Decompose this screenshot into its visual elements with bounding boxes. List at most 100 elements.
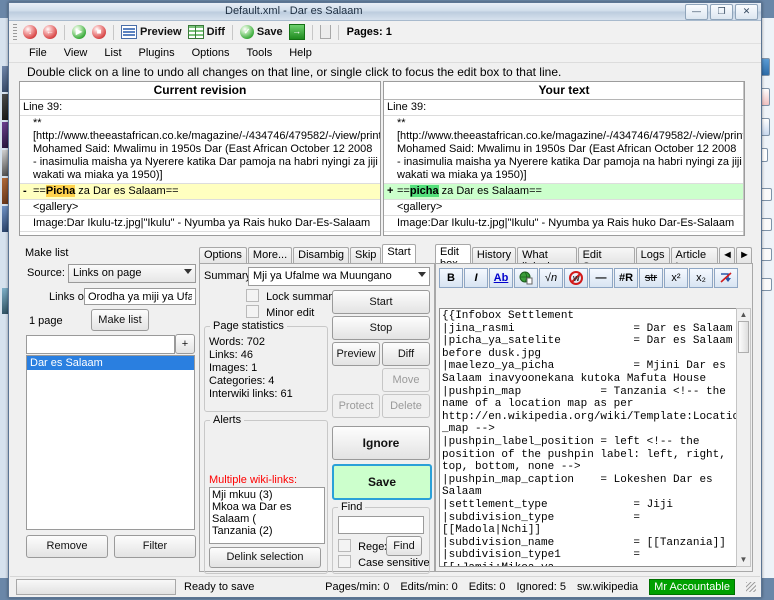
lock-summary-checkbox[interactable] bbox=[246, 289, 259, 302]
delete-button[interactable]: Delete bbox=[382, 394, 430, 418]
diff-added-line[interactable]: + ==picha za Dar es Salaam== bbox=[384, 184, 744, 200]
toolbar-forward-button[interactable]: → bbox=[286, 22, 308, 42]
toolbar-stop-button[interactable]: ■ bbox=[89, 22, 109, 42]
find-button[interactable]: Find bbox=[386, 536, 422, 556]
list-item[interactable]: Tanzania (2) bbox=[212, 525, 322, 537]
menu-list[interactable]: List bbox=[104, 47, 121, 59]
tab-edit-summary[interactable]: Edit Summary bbox=[577, 247, 635, 273]
find-input[interactable] bbox=[338, 516, 424, 534]
links-on-input[interactable] bbox=[84, 288, 196, 305]
tab-history[interactable]: History bbox=[471, 247, 517, 264]
menu-tools[interactable]: Tools bbox=[247, 47, 273, 59]
menu-plugins[interactable]: Plugins bbox=[139, 47, 175, 59]
add-page-input[interactable] bbox=[26, 335, 175, 354]
scroll-down-icon[interactable]: ▼ bbox=[744, 225, 745, 236]
start-button[interactable]: Start bbox=[332, 290, 430, 314]
toolbar-play-button[interactable]: ▶ bbox=[69, 22, 89, 42]
delink-selection-button[interactable]: Delink selection bbox=[209, 547, 321, 568]
tab-more[interactable]: More... bbox=[247, 247, 293, 264]
toolbar-save-button[interactable]: ✓ Save bbox=[237, 22, 286, 42]
regex-checkbox[interactable] bbox=[338, 539, 351, 552]
strikethrough-button[interactable]: str bbox=[639, 268, 663, 288]
bold-button[interactable]: B bbox=[439, 268, 463, 288]
maximize-button[interactable]: ❐ bbox=[710, 4, 733, 20]
lock-summary-row[interactable]: Lock summary bbox=[246, 289, 338, 303]
save-button[interactable]: Save bbox=[332, 464, 432, 500]
close-button[interactable]: ✕ bbox=[735, 4, 758, 20]
minor-edit-checkbox[interactable] bbox=[246, 305, 259, 318]
minimize-button[interactable]: — bbox=[685, 4, 708, 20]
page-list[interactable]: Dar es Salaam bbox=[26, 355, 195, 530]
redirect-hash-button[interactable]: #R bbox=[614, 268, 638, 288]
summary-dropdown[interactable]: Mji ya Ufalme wa Muungano bbox=[248, 267, 430, 286]
tab-options[interactable]: Options bbox=[199, 247, 247, 264]
superscript-button[interactable]: x² bbox=[664, 268, 688, 288]
scroll-up-icon[interactable]: ▲ bbox=[737, 309, 750, 321]
tab-skip[interactable]: Skip bbox=[350, 247, 382, 264]
ignore-button[interactable]: Ignore bbox=[332, 426, 430, 460]
math-button[interactable]: √n bbox=[539, 268, 563, 288]
stop-button[interactable]: Stop bbox=[332, 316, 430, 340]
menu-view[interactable]: View bbox=[64, 47, 88, 59]
diff-image-line[interactable]: Image:Dar Ikulu-tz.jpg|"Ikulu" - Nyumba … bbox=[20, 216, 380, 232]
toolbar-diff-button[interactable]: Diff bbox=[185, 22, 228, 42]
diff-image-line[interactable]: Image:Dar Ikulu-tz.jpg|"Ikulu" - Nyumba … bbox=[384, 216, 744, 232]
globe-icon[interactable] bbox=[514, 268, 538, 288]
toolbar-preview-button[interactable]: Preview bbox=[118, 22, 185, 42]
regex-row[interactable]: Regex bbox=[338, 539, 390, 553]
redirect-icon[interactable] bbox=[714, 268, 738, 288]
list-item[interactable]: Mji mkuu (3) bbox=[212, 489, 322, 501]
scrollbar-thumb[interactable] bbox=[738, 321, 749, 353]
toolbar-grip[interactable] bbox=[13, 24, 17, 40]
diff-column-current[interactable]: Current revision Line 39: **[http://www.… bbox=[19, 81, 381, 236]
tab-scroll-left-button[interactable]: ◄ bbox=[719, 247, 735, 264]
protect-button[interactable]: Protect bbox=[332, 394, 380, 418]
italic-button[interactable]: I bbox=[464, 268, 488, 288]
diff-column-yours[interactable]: Your text Line 39: **[http://www.theeast… bbox=[383, 81, 745, 236]
link-button[interactable]: Ab bbox=[489, 268, 513, 288]
diff-button[interactable]: Diff bbox=[382, 342, 430, 366]
menu-file[interactable]: File bbox=[29, 47, 47, 59]
tab-scroll-right-button[interactable]: ► bbox=[736, 247, 752, 264]
diff-gallery-line[interactable]: <gallery> bbox=[384, 200, 744, 216]
source-dropdown[interactable]: Links on page bbox=[68, 264, 196, 283]
make-list-button[interactable]: Make list bbox=[91, 309, 149, 331]
list-item[interactable]: Mkoa wa Dar es Salaam ( bbox=[212, 501, 322, 525]
menu-options[interactable]: Options bbox=[192, 47, 230, 59]
diff-context-line[interactable]: **[http://www.theeastafrican.co.ke/magaz… bbox=[20, 116, 380, 184]
multiple-links-list[interactable]: Mji mkuu (3) Mkoa wa Dar es Salaam ( Tan… bbox=[209, 487, 325, 544]
scroll-down-icon[interactable]: ▼ bbox=[737, 554, 750, 566]
toolbar-back-button[interactable]: ↓ bbox=[20, 22, 40, 42]
remove-button[interactable]: Remove bbox=[26, 535, 108, 558]
toolbar-prev-button[interactable]: ← bbox=[40, 22, 60, 42]
diff-scrollbar[interactable]: ▲ ▼ bbox=[743, 82, 745, 236]
account-badge[interactable]: Mr Accountable bbox=[649, 578, 735, 595]
list-item[interactable]: Dar es Salaam bbox=[27, 356, 194, 370]
horizontal-rule-button[interactable]: — bbox=[589, 268, 613, 288]
move-button[interactable]: Move bbox=[382, 368, 430, 392]
no-wiki-icon[interactable]: W bbox=[564, 268, 588, 288]
diff-removed-line[interactable]: - ==Picha za Dar es Salaam== bbox=[20, 184, 380, 200]
trash-icon bbox=[319, 25, 331, 39]
tab-article-logs[interactable]: Article Logs bbox=[670, 247, 718, 273]
scroll-up-icon[interactable]: ▲ bbox=[744, 83, 745, 96]
toolbar-delete-button[interactable] bbox=[317, 22, 334, 42]
preview-button[interactable]: Preview bbox=[332, 342, 380, 366]
diff-context-line[interactable]: **[http://www.theeastafrican.co.ke/magaz… bbox=[384, 116, 744, 184]
minor-edit-row[interactable]: Minor edit bbox=[246, 305, 314, 319]
resize-grip[interactable] bbox=[746, 581, 756, 592]
filter-button[interactable]: Filter bbox=[114, 535, 196, 558]
case-sensitive-row[interactable]: Case sensitive bbox=[338, 555, 430, 569]
add-page-button[interactable]: + bbox=[175, 334, 195, 354]
tab-edit-box[interactable]: Edit box bbox=[435, 244, 471, 270]
editor-scrollbar[interactable]: ▲ ▼ bbox=[736, 308, 751, 567]
tab-disambig[interactable]: Disambig bbox=[293, 247, 350, 264]
wikitext-editor[interactable]: {{Infobox Settlement |jina_rasmi = Dar e… bbox=[439, 308, 741, 567]
menu-help[interactable]: Help bbox=[289, 47, 312, 59]
tab-logs[interactable]: Logs bbox=[635, 247, 670, 264]
tab-start[interactable]: Start bbox=[382, 244, 416, 264]
subscript-button[interactable]: x₂ bbox=[689, 268, 713, 288]
case-sensitive-checkbox[interactable] bbox=[338, 555, 351, 568]
diff-gallery-line[interactable]: <gallery> bbox=[20, 200, 380, 216]
tab-what-links-here[interactable]: What links here bbox=[517, 247, 577, 273]
